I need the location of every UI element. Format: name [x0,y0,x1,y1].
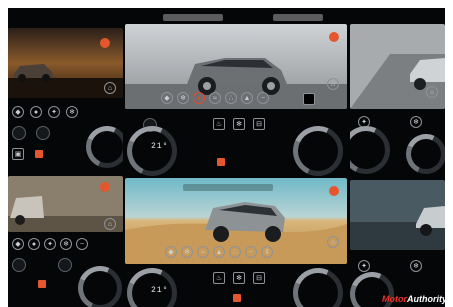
rec-indicator-center-b [233,294,241,302]
panel-bottom-left: ⌂ ◆ ● ✦ ❄ ~ [8,176,123,307]
terrain-mud-icon-b[interactable]: ≈ [197,246,209,258]
watermark-logo: MotorAuthority [382,294,447,304]
defrost-icon[interactable]: ⊟ [253,118,265,130]
rec-indicator [35,150,43,158]
settings-icon-br[interactable]: ✦ [358,260,370,272]
rec-indicator-center [217,158,225,166]
wade-icon-b[interactable]: ~ [245,246,257,258]
dial-gauge-bottom-left [78,266,122,307]
alert-badge-sand[interactable] [329,186,339,196]
terrain-mode-row-sand: ◆ ❄ ≈ ▲ ∴ ~ ⇕ [165,246,273,258]
home-icon-center[interactable]: ⌂ [327,78,339,90]
terrain-response-ui-collage: ◆ ● ✦ ❄ ⌂ ▣ ⌂ ◆ ❄ ● ≈ ∴ ▲ ~ ♨ ✻ ⊟ 21° ⌂ … [0,0,453,307]
dial-gauge-top-center-right [293,126,343,176]
defrost-icon-b[interactable]: ⊟ [253,272,265,284]
gauge-readout-top: 21° [151,142,169,151]
terrain-mud-icon[interactable]: ≈ [209,92,221,104]
alert-badge-center[interactable] [329,32,339,42]
heat-seat-icon-b[interactable]: ♨ [213,272,225,284]
suspension-icon[interactable]: ⇕ [261,246,273,258]
climate-icon-bl[interactable]: ❄ [60,238,72,250]
home-icon[interactable]: ⌂ [104,82,116,94]
terrain-grass-icon[interactable]: ◆ [161,92,173,104]
home-icon-sand[interactable]: ⌂ [327,236,339,248]
terrain-sand-icon[interactable]: ∴ [225,92,237,104]
terrain-mode-row: ◆ ❄ ● ≈ ∴ ▲ ~ [161,92,269,104]
settings-icon[interactable]: ✦ [48,106,60,118]
road-scene-b [350,180,445,250]
heat-seat-icon[interactable]: ♨ [213,118,225,130]
climate-icon[interactable]: ❄ [66,106,78,118]
control-knob-left[interactable] [12,126,26,140]
panel-top-left: ◆ ● ✦ ❄ ⌂ ▣ [8,8,123,176]
seat-icon[interactable]: ▣ [12,148,24,160]
terrain-snow-icon-b[interactable]: ❄ [181,246,193,258]
terrain-mode-icon-bl[interactable]: ◆ [12,238,24,250]
home-icon-bl[interactable]: ⌂ [104,218,116,230]
header-bar-sand [183,184,273,191]
control-knob-bl-2[interactable] [58,258,72,272]
climate-icon-right[interactable]: ❄ [410,116,422,128]
terrain-dynamic-icon[interactable]: ● [193,92,205,104]
control-knob-left-2[interactable] [36,126,50,140]
dial-gauge-top-right [350,126,390,174]
dial-gauge-bottom-center-right [293,268,343,307]
panel-top-center: ⌂ ◆ ❄ ● ≈ ∴ ▲ ~ ♨ ✻ ⊟ 21° [123,8,350,176]
control-knob-bl[interactable] [12,258,26,272]
fan-icon[interactable]: ✻ [233,118,245,130]
alert-badge-bl[interactable] [100,182,110,192]
header-bar-2 [273,14,323,21]
terrain-rock-icon[interactable]: ▲ [241,92,253,104]
watermark-brand: Motor [382,294,407,304]
camera-icon-bl[interactable]: ● [28,238,40,250]
terrain-rock-icon-b[interactable]: ▲ [213,246,225,258]
rec-indicator-bl [38,280,46,288]
camera-icon[interactable]: ● [30,106,42,118]
fan-icon-b[interactable]: ✻ [233,272,245,284]
dial-gauge-top-left [86,126,123,168]
watermark-suffix: Authority [407,294,447,304]
dial-gauge-top-center-left [127,126,177,176]
header-bar [163,14,223,21]
alert-badge[interactable] [100,38,110,48]
gauge-readout-bottom: 21° [151,286,169,295]
terrain-grass-icon-b[interactable]: ◆ [165,246,177,258]
wade-icon[interactable]: ~ [257,92,269,104]
auto-mode-button[interactable] [303,93,315,105]
road-view-screen-b [350,180,445,250]
wade-icon-bl[interactable]: ~ [76,238,88,250]
panel-top-right: ⌂ ✦ ❄ [350,8,445,176]
dial-gauge-top-right-2 [406,134,445,174]
panel-bottom-right: ✦ ❄ [350,176,445,307]
settings-icon-bl[interactable]: ✦ [44,238,56,250]
home-icon-right[interactable]: ⌂ [426,86,438,98]
terrain-sand-icon-b[interactable]: ∴ [229,246,241,258]
climate-icon-br[interactable]: ❄ [410,260,422,272]
panel-bottom-center: ⌂ ◆ ❄ ≈ ▲ ∴ ~ ⇕ ♨ ✻ ⊟ 21° [123,176,350,307]
terrain-mode-icon[interactable]: ◆ [12,106,24,118]
terrain-snow-icon[interactable]: ❄ [177,92,189,104]
